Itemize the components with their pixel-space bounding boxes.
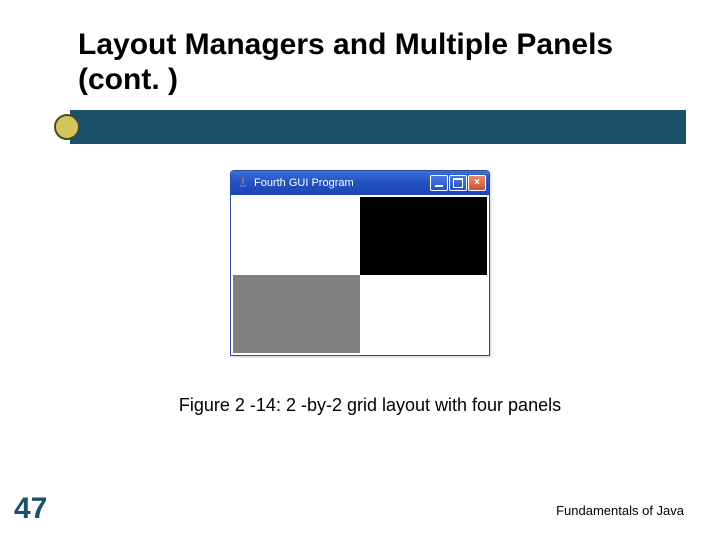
bullet-circle-icon xyxy=(54,114,80,140)
window-title: Fourth GUI Program xyxy=(254,177,430,189)
panel-bottom-right xyxy=(360,275,487,353)
teal-bar xyxy=(70,110,686,144)
figure: Fourth GUI Program × xyxy=(230,170,490,356)
slide: Layout Managers and Multiple Panels (con… xyxy=(0,0,720,540)
panel-top-left xyxy=(233,197,360,275)
footer: 47 Fundamentals of Java xyxy=(0,486,720,526)
client-area xyxy=(231,195,489,355)
title-area: Layout Managers and Multiple Panels (con… xyxy=(78,28,680,97)
window-titlebar: Fourth GUI Program × xyxy=(231,171,489,195)
close-button[interactable]: × xyxy=(468,175,486,191)
title-bar-decoration xyxy=(0,104,720,150)
window-buttons: × xyxy=(430,175,486,191)
panel-top-right xyxy=(360,197,487,275)
figure-caption: Figure 2 -14: 2 -by-2 grid layout with f… xyxy=(0,395,720,416)
java-icon xyxy=(236,177,249,190)
panel-bottom-left xyxy=(233,275,360,353)
maximize-button[interactable] xyxy=(449,175,467,191)
close-icon: × xyxy=(474,178,480,188)
footer-text: Fundamentals of Java xyxy=(556,503,684,518)
grid-layout xyxy=(233,197,487,353)
gui-window: Fourth GUI Program × xyxy=(230,170,490,356)
slide-number: 47 xyxy=(14,492,47,526)
minimize-button[interactable] xyxy=(430,175,448,191)
slide-title: Layout Managers and Multiple Panels (con… xyxy=(78,28,680,97)
